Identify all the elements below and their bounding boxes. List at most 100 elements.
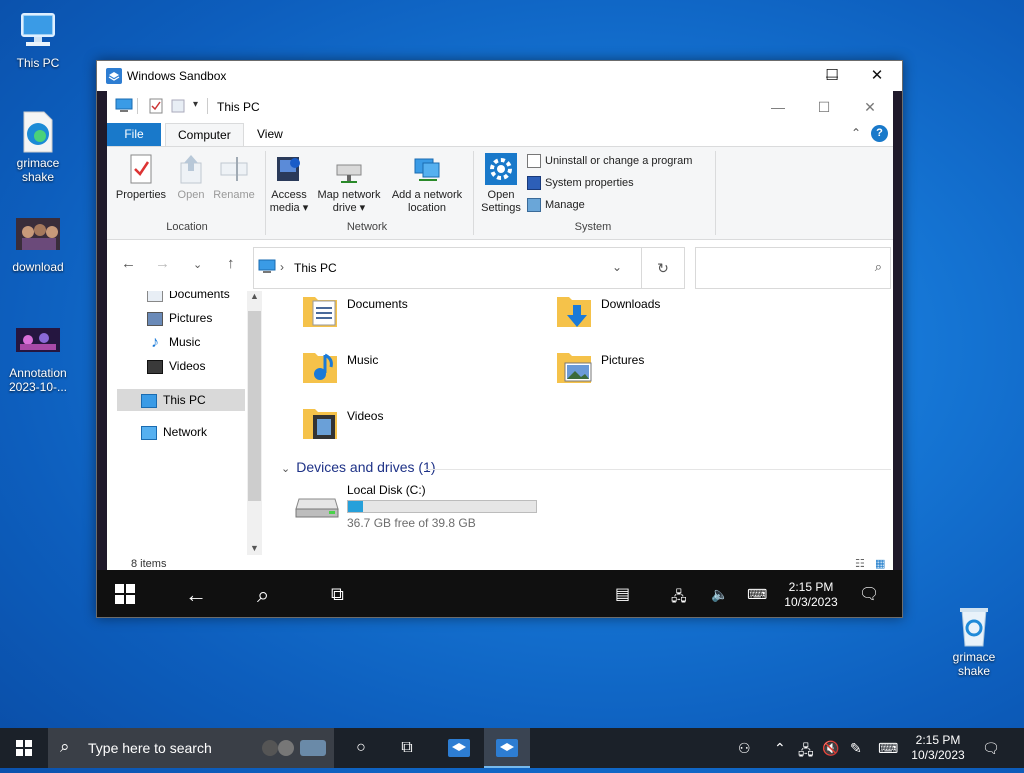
scroll-up-icon[interactable]: ▲ (250, 291, 259, 301)
sandbox-maximize-button[interactable]: ☐ (809, 61, 855, 91)
sandbox-title-bar[interactable]: Windows Sandbox — ☐ ✕ (97, 61, 902, 91)
uninstall-program-button[interactable]: Uninstall or change a program (527, 153, 692, 169)
volume-icon[interactable]: 🔈 (711, 586, 728, 603)
network-tray-icon[interactable]: 🖧 (671, 586, 687, 610)
manage-button[interactable]: Manage (527, 197, 585, 213)
show-hidden-icons-icon[interactable]: ⌃ (774, 740, 786, 757)
map-network-drive-button[interactable]: Map network drive ▾ (313, 153, 385, 215)
search-icon[interactable]: ⌕ (257, 582, 269, 608)
folder-music[interactable]: Music (277, 347, 527, 397)
tab-computer[interactable]: Computer (165, 123, 244, 147)
folder-documents[interactable]: Documents (277, 291, 527, 341)
address-toolbar: ← → ⌄ ↑ › This PC ⌄ ↻ ⌕ (107, 239, 893, 289)
keyboard-icon[interactable]: ⌨ (878, 740, 898, 757)
notification-icon[interactable]: 🗨 (859, 584, 879, 604)
explorer-title: This PC (217, 100, 260, 114)
nav-pane-scrollbar[interactable]: ▲ ▼ (247, 291, 262, 555)
nav-item-this-pc[interactable]: This PC (117, 389, 245, 411)
address-bar[interactable]: › This PC ⌄ (253, 247, 685, 289)
people-icon[interactable]: ⚇ (738, 740, 751, 757)
access-media-label: Access media ▾ (267, 189, 311, 215)
qat-dropdown-icon[interactable]: ▾ (193, 99, 198, 110)
news-widget-icon[interactable]: ▤ (615, 584, 630, 604)
keyboard-icon[interactable]: ⌨ (747, 586, 767, 603)
sandbox-clock[interactable]: 2:15 PM 10/3/2023 (779, 580, 843, 610)
recycle-bin-icon (960, 608, 988, 647)
group-separator (473, 151, 474, 235)
file-explorer-window: ▾ This PC — ☐ ✕ File Computer View ⌃ ? P… (107, 91, 893, 570)
access-media-button[interactable]: Access media ▾ (267, 153, 311, 215)
cortana-icon[interactable]: ○ (338, 728, 384, 768)
help-icon[interactable]: ? (871, 125, 888, 142)
add-network-location-button[interactable]: Add a network location (387, 153, 467, 215)
explorer-title-bar[interactable]: ▾ This PC — ☐ ✕ (107, 91, 893, 121)
back-arrow-icon[interactable]: ← (185, 582, 207, 608)
new-folder-qat-icon[interactable] (171, 98, 185, 114)
taskbar-search-box[interactable]: ⌕ Type here to search (48, 728, 334, 768)
folder-videos[interactable]: Videos (277, 403, 527, 453)
image-thumbnail-icon (16, 218, 60, 250)
nav-item-music[interactable]: ♪ Music (117, 331, 245, 353)
folder-name: Videos (347, 409, 384, 423)
devices-and-drives-header[interactable]: ⌄ Devices and drives (1) (281, 459, 436, 475)
search-highlight-icon[interactable] (260, 734, 330, 762)
sandbox-taskbar: ← ⌕ ⧉ ▤ 🖧 🔈 ⌨ 2:15 PM 10/3/2023 🗨 (97, 570, 902, 617)
open-settings-button[interactable]: Open Settings (477, 153, 525, 215)
refresh-button[interactable]: ↻ (641, 247, 685, 289)
nav-pane-scroll-thumb[interactable] (248, 311, 261, 501)
recent-locations-button[interactable]: ⌄ (193, 258, 202, 271)
forward-button[interactable]: → (155, 255, 170, 272)
nav-item-videos[interactable]: Videos (117, 355, 245, 377)
address-dropdown-icon[interactable]: ⌄ (612, 260, 622, 274)
details-view-icon[interactable]: ☷ (855, 557, 865, 570)
search-box[interactable]: ⌕ (695, 247, 891, 289)
open-icon (180, 155, 202, 184)
pen-icon[interactable]: ✎ (850, 740, 862, 757)
tab-file[interactable]: File (107, 123, 161, 146)
group-separator (265, 151, 266, 235)
tab-view[interactable]: View (245, 123, 295, 146)
start-windows-icon[interactable] (16, 740, 32, 756)
nav-item-documents[interactable]: Documents (117, 291, 245, 305)
start-windows-icon[interactable] (115, 584, 135, 604)
explorer-close-button[interactable]: ✕ (847, 95, 893, 119)
taskbar-app-sandbox-active[interactable] (484, 728, 530, 768)
properties-button[interactable]: Properties (113, 153, 169, 202)
rename-button[interactable]: Rename (211, 153, 257, 202)
taskbar-clock[interactable]: 2:15 PM 10/3/2023 (906, 733, 970, 763)
system-properties-button[interactable]: System properties (527, 175, 634, 191)
sandbox-time: 2:15 PM (788, 580, 834, 594)
sandbox-close-button[interactable]: ✕ (854, 61, 900, 91)
explorer-minimize-button[interactable]: — (755, 95, 801, 119)
breadcrumb-this-pc[interactable]: This PC (294, 261, 337, 275)
nav-item-network[interactable]: Network (117, 421, 245, 443)
large-icons-view-icon[interactable]: ▦ (875, 557, 885, 570)
up-button[interactable]: ↑ (227, 255, 235, 272)
back-button[interactable]: ← (121, 255, 136, 272)
scroll-down-icon[interactable]: ▼ (250, 543, 259, 553)
folder-pictures[interactable]: Pictures (531, 347, 781, 397)
ribbon-collapse-icon[interactable]: ⌃ (851, 126, 861, 140)
task-view-icon[interactable]: ⧉ (384, 728, 430, 768)
desktop-icon-recycle-bin[interactable]: grimace shake (936, 604, 1012, 678)
notification-icon[interactable]: 🗨 (982, 740, 1000, 757)
properties-qat-icon[interactable] (149, 98, 163, 114)
desktop-icon-label: grimace shake (952, 650, 996, 678)
folder-downloads[interactable]: Downloads (531, 291, 781, 341)
drive-usage-bar (347, 500, 537, 513)
nav-item-pictures[interactable]: Pictures (117, 307, 245, 329)
drive-local-disk-c[interactable]: Local Disk (C:) 36.7 GB free of 39.8 GB (295, 479, 595, 530)
explorer-maximize-button[interactable]: ☐ (801, 95, 847, 119)
open-button[interactable]: Open (171, 153, 211, 202)
volume-muted-icon[interactable]: 🔇 (822, 740, 839, 757)
desktop-icon-annotation[interactable]: Annotation 2023-10-... (0, 320, 76, 394)
desktop-icon-grimace-shake-file[interactable]: grimace shake (0, 110, 76, 184)
taskbar-app-sandbox[interactable] (436, 728, 482, 768)
network-tray-icon[interactable]: 🖧 (798, 740, 814, 764)
desktop-icon-this-pc[interactable]: This PC (0, 10, 76, 70)
map-network-drive-label: Map network drive ▾ (313, 189, 385, 215)
gear-icon (485, 153, 517, 185)
task-view-icon[interactable]: ⧉ (331, 584, 344, 605)
desktop-icon-download[interactable]: download (0, 214, 76, 274)
open-settings-label-line1: Open (487, 189, 515, 201)
